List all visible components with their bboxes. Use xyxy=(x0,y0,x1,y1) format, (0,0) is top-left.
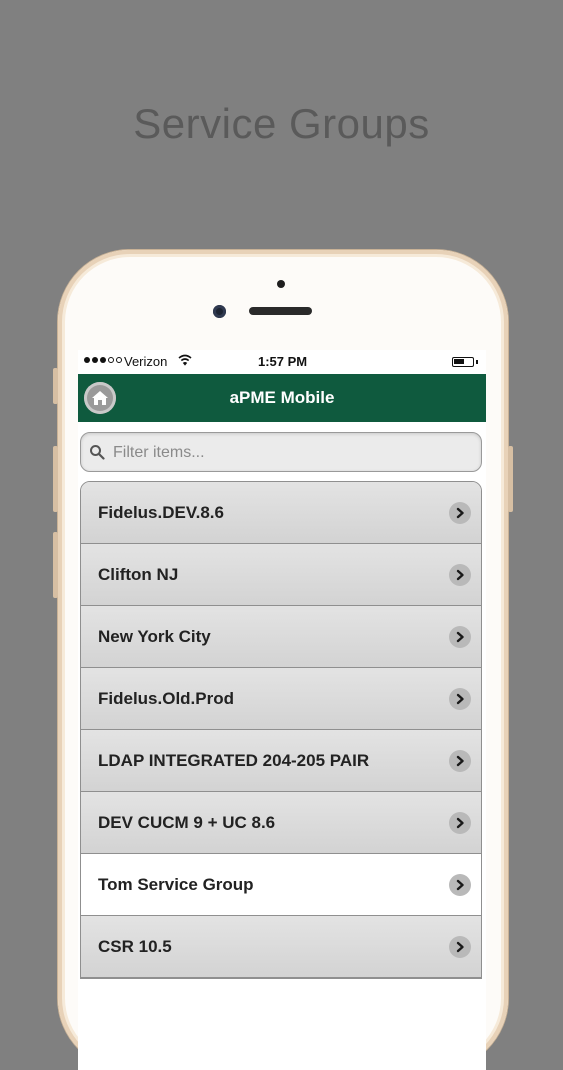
battery-icon xyxy=(452,357,474,367)
list-item[interactable]: New York City xyxy=(81,606,481,668)
list-item-label: Clifton NJ xyxy=(98,565,179,584)
search-icon xyxy=(90,445,105,460)
proximity-sensor xyxy=(277,280,285,288)
filter-input[interactable] xyxy=(111,433,475,473)
wifi-icon xyxy=(178,354,192,369)
power-button xyxy=(508,446,513,512)
chevron-right-icon xyxy=(449,502,471,524)
list-item-label: DEV CUCM 9 + UC 8.6 xyxy=(98,813,276,832)
signal-dot xyxy=(100,357,106,363)
front-camera xyxy=(213,305,226,318)
chevron-right-icon xyxy=(449,626,471,648)
signal-dot xyxy=(92,357,98,363)
list-item[interactable]: Fidelus.Old.Prod xyxy=(81,668,481,730)
chevron-right-icon xyxy=(449,874,471,896)
app-header: aPME Mobile xyxy=(78,374,486,422)
list-item[interactable]: CSR 10.5 xyxy=(81,916,481,978)
phone-frame: Verizon 1:57 PM aPME Mobile Filter items… xyxy=(53,250,513,1070)
list-item-label: Fidelus.Old.Prod xyxy=(98,689,235,708)
signal-dot xyxy=(116,357,122,363)
battery-level xyxy=(454,359,465,364)
chevron-right-icon xyxy=(449,750,471,772)
list-item-label: New York City xyxy=(98,627,211,646)
list-item-label: Tom Service Group xyxy=(98,875,254,894)
list-item[interactable]: Tom Service Group xyxy=(81,854,481,916)
status-bar: Verizon 1:57 PM xyxy=(78,350,486,374)
chevron-right-icon xyxy=(449,936,471,958)
battery-tip xyxy=(476,360,478,364)
signal-strength-icon xyxy=(84,357,122,363)
carrier-label: Verizon xyxy=(124,354,168,369)
list-item-label: LDAP INTEGRATED 204-205 PAIR xyxy=(98,751,370,770)
chevron-right-icon xyxy=(449,564,471,586)
service-group-list: Fidelus.DEV.8.6 Clifton NJ New York City Fi… xyxy=(80,481,482,979)
signal-dot xyxy=(84,357,90,363)
app-title: aPME Mobile xyxy=(229,388,335,407)
earpiece-speaker xyxy=(249,307,312,315)
home-button[interactable] xyxy=(84,382,116,414)
mute-switch xyxy=(53,368,58,404)
home-icon xyxy=(92,391,108,405)
list-item[interactable]: LDAP INTEGRATED 204-205 PAIR xyxy=(81,730,481,792)
volume-down-button xyxy=(53,532,58,598)
signal-dot xyxy=(108,357,114,363)
list-item[interactable]: DEV CUCM 9 + UC 8.6 xyxy=(81,792,481,854)
list-item[interactable]: Fidelus.DEV.8.6 xyxy=(81,482,481,544)
list-item-label: Fidelus.DEV.8.6 xyxy=(98,503,224,522)
phone-screen: Verizon 1:57 PM aPME Mobile Filter items… xyxy=(78,350,486,1070)
status-time: 1:57 PM xyxy=(258,354,308,369)
filter-field[interactable] xyxy=(80,432,482,473)
chevron-right-icon xyxy=(449,688,471,710)
page-title: Service Groups xyxy=(133,100,430,147)
chevron-right-icon xyxy=(449,812,471,834)
volume-up-button xyxy=(53,446,58,512)
list-item[interactable]: Clifton NJ xyxy=(81,544,481,606)
list-item-label: CSR 10.5 xyxy=(98,937,172,956)
